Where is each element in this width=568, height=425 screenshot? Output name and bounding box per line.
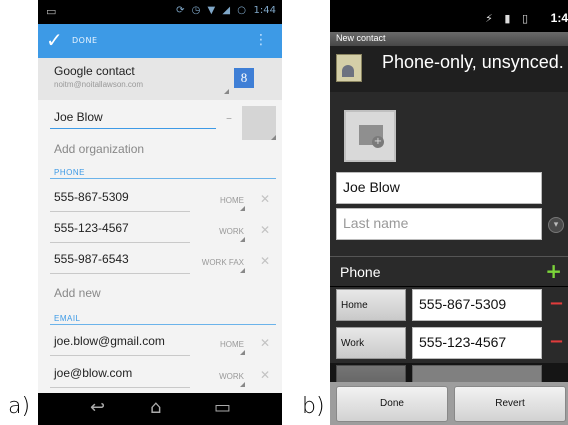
status-time: 1:4 — [550, 11, 568, 25]
email-row: joe@blow.com WORK ✕ — [38, 360, 282, 390]
notification-icon: ▭ — [46, 5, 57, 18]
add-new-input[interactable]: Add new — [54, 286, 101, 300]
email-section-header: EMAIL — [54, 314, 81, 323]
organization-row: Add organization — [38, 140, 282, 166]
phone-underline — [50, 242, 190, 243]
type-corner-icon — [240, 206, 245, 211]
email-underline — [50, 387, 190, 388]
phone-number-input[interactable]: 555-123-4567 — [54, 221, 129, 235]
phone-number-input[interactable]: 555-987-6543 — [54, 252, 129, 266]
collapse-name-icon[interactable]: – — [226, 111, 232, 125]
account-title: Google contact — [54, 64, 135, 78]
done-check-icon[interactable]: ✓ — [46, 28, 63, 52]
phone-number-input[interactable]: 555-867-5309 — [54, 190, 129, 204]
remove-phone-icon[interactable]: ✕ — [260, 192, 270, 206]
name-input[interactable]: Joe Blow — [54, 110, 103, 124]
phone-type-button[interactable]: Work — [336, 327, 406, 359]
bottom-button-bar: Done Revert — [330, 382, 568, 425]
status-time: 1:44 — [253, 5, 276, 16]
phone-row: 555-987-6543 WORK FAX ✕ — [38, 246, 282, 276]
phone-row: 555-123-4567 WORK ✕ — [38, 215, 282, 245]
email-underline — [50, 355, 190, 356]
account-header: Google contact noitm@noitallawson.com 8 — [38, 58, 282, 100]
overflow-menu-icon[interactable]: ⋮ — [254, 32, 268, 48]
account-type: Phone-only, unsynced. — [382, 52, 564, 72]
remove-email-icon[interactable]: ✕ — [260, 368, 270, 382]
name-underline — [50, 128, 216, 129]
recents-icon[interactable]: ▭ — [214, 397, 231, 418]
title-bar: New contact — [330, 32, 568, 46]
remove-phone-icon[interactable]: − — [549, 293, 564, 314]
remove-email-icon[interactable]: ✕ — [260, 336, 270, 350]
remove-phone-icon[interactable]: ✕ — [260, 254, 270, 268]
phone-number-input[interactable] — [412, 365, 542, 383]
phone-row: Home 555-867-5309 − — [330, 287, 568, 325]
first-name-input[interactable]: Joe Blow — [336, 172, 542, 204]
phone-number-input[interactable]: 555-867-5309 — [412, 289, 542, 321]
corner-indicator-icon — [224, 89, 229, 94]
done-button[interactable]: Done — [336, 386, 448, 422]
back-icon[interactable]: ↩ — [90, 397, 105, 418]
phone-type-button[interactable]: Home — [336, 289, 406, 321]
phone-underline — [50, 211, 190, 212]
status-bar: ▭ ⟳ ◷ ▼ ◢ ○ 1:44 — [38, 0, 282, 24]
add-new-row: Add new — [38, 280, 282, 306]
phone-row: 555-867-5309 HOME ✕ — [38, 184, 282, 214]
phone-type-selector[interactable]: WORK FAX — [202, 258, 244, 267]
type-corner-icon — [240, 237, 245, 242]
phone-number-input[interactable]: 555-123-4567 — [412, 327, 542, 359]
status-icons: ⟳ ◷ ▼ ◢ ○ — [176, 5, 248, 16]
remove-phone-icon[interactable]: ✕ — [260, 223, 270, 237]
add-photo-plus-icon: + — [372, 136, 384, 148]
last-name-input[interactable]: Last name — [336, 208, 542, 240]
email-input[interactable]: joe@blow.com — [54, 366, 132, 380]
email-type-selector[interactable]: WORK — [219, 372, 244, 381]
google-icon: 8 — [234, 68, 254, 88]
email-section-divider — [50, 324, 276, 325]
type-corner-icon — [240, 350, 245, 355]
account-header: Phone-only, unsynced. — [330, 46, 568, 92]
phone-screenshot-b: ⚡ ▮ ▯ 1:4 New contact Phone-only, unsync… — [330, 0, 568, 425]
done-button[interactable]: DONE — [72, 36, 98, 45]
email-row: joe.blow@gmail.com HOME ✕ — [38, 328, 282, 358]
email-type-selector[interactable]: HOME — [220, 340, 244, 349]
phone-type-selector[interactable]: HOME — [220, 196, 244, 205]
status-icons: ⚡ ▮ ▯ — [485, 12, 532, 25]
action-bar: ✓ DONE ⋮ — [38, 24, 282, 58]
panel-label-a: a) — [8, 394, 31, 419]
screen-title: New contact — [336, 33, 386, 43]
email-input[interactable]: joe.blow@gmail.com — [54, 334, 165, 348]
phone-row: Work 555-123-4567 − — [330, 325, 568, 363]
phone-underline — [50, 273, 190, 274]
phone-row-partial — [330, 363, 568, 387]
phone-section-header: Phone + — [330, 256, 568, 286]
add-photo-button[interactable]: + — [344, 110, 396, 162]
phone-section-divider — [50, 178, 276, 179]
account-email: noitm@noitallawson.com — [54, 80, 144, 89]
phone-screenshot-a: ▭ ⟳ ◷ ▼ ◢ ○ 1:44 ✓ DONE ⋮ Google contact… — [38, 0, 282, 425]
home-icon[interactable]: ⌂ — [150, 397, 161, 418]
organization-input[interactable]: Add organization — [54, 142, 144, 156]
navigation-bar: ↩ ⌂ ▭ — [38, 393, 282, 425]
type-corner-icon — [240, 382, 245, 387]
expand-name-icon[interactable]: ▾ — [548, 217, 564, 233]
remove-phone-icon[interactable]: − — [549, 331, 564, 352]
panel-label-b: b) — [302, 394, 325, 419]
status-bar: ⚡ ▮ ▯ 1:4 — [330, 0, 568, 32]
phone-type-selector[interactable]: WORK — [219, 227, 244, 236]
phone-section-title: Phone — [340, 264, 381, 280]
name-area: Joe Blow Last name ▾ — [330, 170, 568, 260]
type-corner-icon — [240, 268, 245, 273]
photo-area: + — [330, 92, 568, 170]
contact-card-icon — [336, 54, 362, 82]
phone-section-header: PHONE — [54, 168, 85, 177]
revert-button[interactable]: Revert — [454, 386, 566, 422]
add-phone-icon[interactable]: + — [545, 259, 562, 283]
